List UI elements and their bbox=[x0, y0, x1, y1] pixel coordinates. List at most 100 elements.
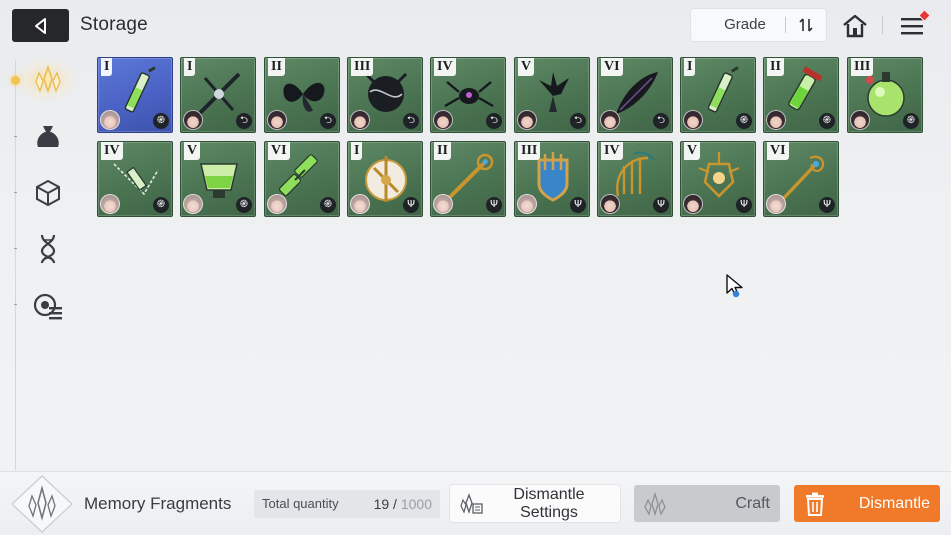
claw-type-icon: ⮌ bbox=[403, 113, 419, 129]
storage-item-card[interactable]: V ⮌ bbox=[514, 57, 590, 133]
sort-divider bbox=[785, 17, 786, 33]
item-grade-badge: IV bbox=[101, 142, 123, 160]
disc-list-icon bbox=[33, 293, 62, 320]
quantity-current: 19 bbox=[373, 496, 390, 512]
back-arrow-icon bbox=[34, 17, 46, 34]
character-avatar-icon bbox=[350, 110, 370, 130]
memory-fragments-title: Memory Fragments bbox=[84, 494, 232, 513]
character-avatar-icon bbox=[183, 194, 203, 214]
sidebar-track bbox=[15, 60, 16, 470]
sidebar-item-cube[interactable] bbox=[28, 173, 68, 213]
storage-item-card[interactable]: II ⮌ bbox=[264, 57, 340, 133]
sidebar-item-bag[interactable] bbox=[28, 117, 68, 157]
claw-type-icon: ⮌ bbox=[236, 113, 252, 129]
storage-item-card[interactable]: I ֎ bbox=[97, 57, 173, 133]
storage-item-card[interactable]: IV ⮌ bbox=[430, 57, 506, 133]
character-avatar-icon bbox=[183, 110, 203, 130]
sidebar-item-genes[interactable] bbox=[28, 229, 68, 269]
craft-button[interactable]: Craft bbox=[634, 485, 780, 522]
grade-sort-control[interactable]: Grade bbox=[691, 9, 826, 41]
sidebar-item-records[interactable] bbox=[28, 286, 68, 326]
item-grade-badge: II bbox=[434, 142, 451, 160]
claw-type-icon: ⮌ bbox=[486, 113, 502, 129]
storage-item-card[interactable]: IV Ψ bbox=[597, 141, 673, 217]
total-quantity-box: Total quantity 19 / 1000 bbox=[254, 490, 440, 518]
storage-item-card[interactable]: IΨ bbox=[347, 141, 423, 217]
item-grade-badge: V bbox=[684, 142, 701, 160]
dismantle-label: Dismantle bbox=[858, 494, 930, 512]
character-avatar-icon bbox=[267, 110, 287, 130]
character-avatar-icon bbox=[433, 194, 453, 214]
item-grade-badge: II bbox=[767, 58, 784, 76]
item-grade-badge: VI bbox=[767, 142, 789, 160]
page-title: Storage bbox=[80, 14, 148, 35]
sidebar-tick bbox=[14, 248, 17, 249]
storage-item-card[interactable]: VI ֎ bbox=[264, 141, 340, 217]
sidebar-tick bbox=[14, 192, 17, 193]
claw-type-icon: ⮌ bbox=[653, 113, 669, 129]
dna-icon bbox=[40, 234, 56, 264]
menu-button[interactable] bbox=[895, 9, 931, 43]
storage-item-card[interactable]: VI ⮌ bbox=[597, 57, 673, 133]
character-avatar-icon bbox=[267, 194, 287, 214]
swirl-type-icon: ֎ bbox=[320, 197, 336, 213]
character-avatar-icon bbox=[350, 194, 370, 214]
back-button[interactable] bbox=[12, 9, 69, 42]
trident-type-icon: Ψ bbox=[403, 197, 419, 213]
item-grade-badge: I bbox=[351, 142, 363, 160]
sort-dropdown-label[interactable]: Grade bbox=[691, 9, 799, 41]
storage-item-card[interactable]: II ֎ bbox=[763, 57, 839, 133]
item-grade-badge: III bbox=[518, 142, 541, 160]
character-avatar-icon bbox=[766, 194, 786, 214]
home-button[interactable] bbox=[838, 10, 872, 42]
character-avatar-icon bbox=[517, 194, 537, 214]
character-avatar-icon bbox=[766, 110, 786, 130]
character-avatar-icon bbox=[600, 194, 620, 214]
storage-item-card[interactable]: III ⮌ bbox=[347, 57, 423, 133]
item-grade-badge: I bbox=[101, 58, 113, 76]
storage-item-card[interactable]: VI Ψ bbox=[763, 141, 839, 217]
header-separator bbox=[882, 16, 883, 34]
character-avatar-icon bbox=[600, 110, 620, 130]
storage-item-card[interactable]: III ֎ bbox=[847, 57, 923, 133]
trident-type-icon: Ψ bbox=[736, 197, 752, 213]
storage-item-card[interactable]: VΨ bbox=[680, 141, 756, 217]
dismantle-settings-button[interactable]: Dismantle Settings bbox=[450, 485, 620, 522]
swirl-type-icon: ֎ bbox=[236, 197, 252, 213]
trash-icon bbox=[800, 489, 830, 519]
sidebar-item-memory-fragments[interactable] bbox=[28, 60, 68, 100]
item-grade-badge: VI bbox=[268, 142, 290, 160]
home-icon bbox=[843, 14, 867, 38]
trident-type-icon: Ψ bbox=[653, 197, 669, 213]
claw-type-icon: ⮌ bbox=[320, 113, 336, 129]
character-avatar-icon bbox=[433, 110, 453, 130]
craft-label: Craft bbox=[735, 494, 770, 512]
memory-fragment-icon bbox=[35, 65, 61, 94]
item-grade-badge: III bbox=[851, 58, 874, 76]
dismantle-settings-label: Dismantle Settings bbox=[513, 485, 585, 521]
storage-item-card[interactable]: II Ψ bbox=[430, 141, 506, 217]
character-avatar-icon bbox=[100, 110, 120, 130]
character-avatar-icon bbox=[100, 194, 120, 214]
dismantle-settings-icon bbox=[456, 489, 486, 519]
item-grade-badge: I bbox=[184, 58, 196, 76]
storage-item-card[interactable]: I ⮌ bbox=[180, 57, 256, 133]
sidebar-tick bbox=[14, 136, 17, 137]
bag-icon bbox=[37, 126, 59, 147]
sidebar-active-indicator bbox=[11, 76, 20, 85]
item-grade-badge: I bbox=[684, 58, 696, 76]
quantity-max: 1000 bbox=[400, 496, 432, 512]
dismantle-button[interactable]: Dismantle bbox=[794, 485, 940, 522]
mouse-cursor-icon bbox=[726, 274, 743, 298]
storage-item-card[interactable]: III Ψ bbox=[514, 141, 590, 217]
character-avatar-icon bbox=[683, 110, 703, 130]
swirl-type-icon: ֎ bbox=[736, 113, 752, 129]
storage-item-card[interactable]: IV ֎ bbox=[97, 141, 173, 217]
quantity-separator: / bbox=[389, 496, 401, 512]
storage-item-card[interactable]: V ֎ bbox=[180, 141, 256, 217]
storage-item-card[interactable]: I ֎ bbox=[680, 57, 756, 133]
sort-order-toggle[interactable] bbox=[790, 9, 822, 41]
trident-type-icon: Ψ bbox=[486, 197, 502, 213]
trident-type-icon: Ψ bbox=[819, 197, 835, 213]
item-grade-badge: V bbox=[518, 58, 535, 76]
